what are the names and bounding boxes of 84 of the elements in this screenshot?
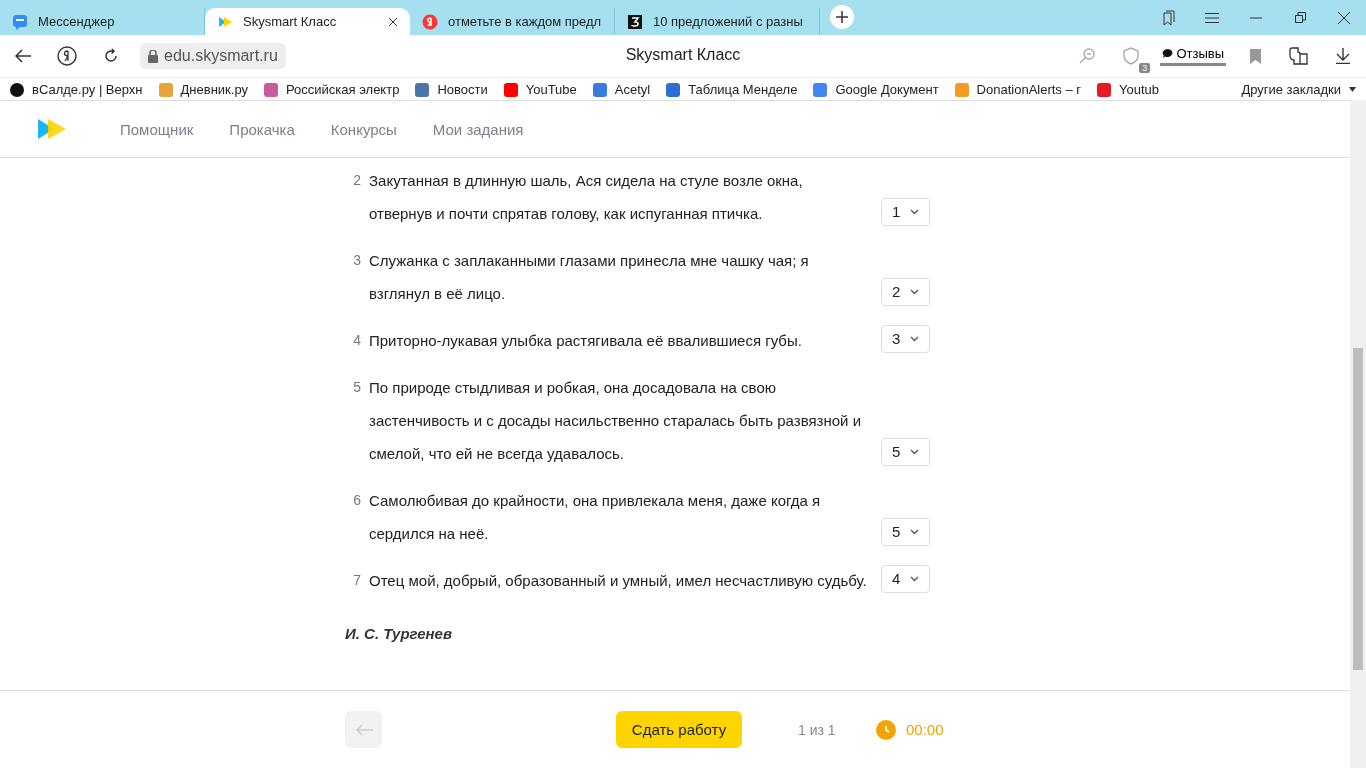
favicon-icon [10, 82, 24, 97]
sentence-text: Служанка с заплаканными глазами принесла мне чашку чая; я взглянул в её лицо. [369, 251, 810, 304]
back-arrow-icon [354, 723, 373, 736]
bookmark-item[interactable]: вСалде.ру | Верхн [10, 82, 143, 97]
sentence-text: Приторно-лукавая улыбка растягивала её ввалившиеся губы. [369, 331, 803, 351]
page-counter: 1 из 1 [798, 721, 836, 738]
browser-tab[interactable]: Skysmart Класс [205, 8, 410, 35]
timer-text: 00:00 [906, 721, 944, 738]
scrollbar[interactable] [1350, 100, 1366, 768]
bookmark-item[interactable]: DonationAlerts – г [954, 82, 1082, 97]
favicon-icon [503, 82, 518, 97]
chevron-icon [910, 576, 920, 582]
browser-tab[interactable]: отметьте в каждом предл [410, 8, 615, 35]
chevron-icon [910, 209, 920, 215]
nav-link[interactable]: Прокачка [229, 120, 295, 138]
browser-tab[interactable]: 10 предложений с разны [615, 8, 820, 35]
chevron-icon [910, 336, 920, 342]
reload-icon[interactable] [103, 48, 119, 64]
browser-logo-icon[interactable] [57, 46, 77, 66]
answer-dropdown[interactable]: 5 [881, 518, 931, 546]
reviews-button[interactable]: Отзывы [1160, 46, 1226, 66]
chevron-icon [910, 529, 920, 535]
bookmarks-icon[interactable] [1161, 9, 1175, 26]
bookmark-item[interactable]: Acetyl [592, 82, 651, 97]
bookmark-item[interactable]: Новости [415, 82, 488, 97]
chevron-icon [910, 289, 920, 295]
page-title: Skysmart Класс [625, 46, 741, 63]
tab-icon [627, 13, 643, 30]
sentence-number: 7 [352, 571, 361, 590]
nav-link[interactable]: Помощник [120, 120, 194, 138]
back-arrow-icon[interactable] [15, 49, 31, 63]
browser-tab[interactable]: Мессенджер [0, 8, 205, 35]
close-icon[interactable] [388, 16, 398, 27]
plus-icon [836, 11, 848, 23]
sentence-number: 3 [352, 251, 361, 270]
tab-icon [12, 13, 28, 30]
speech-bubble-icon [1162, 48, 1174, 59]
favicon-icon [1097, 82, 1112, 97]
answer-dropdown[interactable]: 3 [881, 325, 931, 353]
sentence-text: По природе стыдливая и робкая, она досадовала на свою застенчивость и с досады насильственно старалась быть развязной и смелой, что ей не всегда удавалось. [369, 378, 863, 464]
favicon-icon [592, 82, 607, 97]
favicon-icon [264, 82, 278, 97]
menu-icon[interactable] [1205, 12, 1219, 23]
chevron-icon [910, 449, 920, 455]
new-tab-button[interactable] [830, 5, 854, 29]
favicon-icon [666, 82, 681, 97]
sentence-text: Отец мой, добрый, образованный и умный, имел несчастливую судьбу. [369, 571, 868, 591]
nav-link[interactable]: Мои задания [432, 120, 524, 138]
bookmark-item[interactable]: YouTube [503, 82, 577, 97]
sentence-text: Самолюбивая до крайности, она привлекала меня, даже когда я сердился на неё. [369, 491, 822, 544]
favicon-icon [415, 82, 430, 97]
tab-icon [422, 13, 438, 30]
answer-dropdown[interactable]: 4 [881, 565, 931, 593]
favicon-icon [158, 82, 173, 97]
author-name: И. С. Тургенев [345, 625, 453, 642]
lock-icon [148, 49, 158, 63]
other-bookmarks-button[interactable]: Другие закладки [1241, 82, 1356, 97]
clock-icon [876, 719, 896, 740]
bookmark-item[interactable]: Дневник.ру [158, 82, 248, 97]
extensions-icon[interactable] [1289, 47, 1309, 65]
bookmark-icon[interactable] [1249, 48, 1261, 64]
sentence-number: 6 [352, 491, 361, 510]
address-field[interactable]: edu.skysmart.ru [140, 43, 286, 69]
count-badge: 3 [1139, 63, 1151, 73]
answer-dropdown[interactable]: 1 [881, 198, 931, 226]
sentence-number: 5 [352, 378, 361, 397]
bookmark-item[interactable]: Таблица Менделе [666, 82, 798, 97]
sentence-number: 2 [352, 171, 361, 190]
minimize-icon[interactable] [1250, 16, 1262, 19]
favicon-icon [954, 82, 969, 97]
answer-dropdown[interactable]: 2 [881, 278, 931, 306]
nav-link[interactable]: Конкурсы [330, 120, 397, 138]
bookmark-item[interactable]: Google Документ [813, 82, 939, 97]
close-icon[interactable] [1338, 11, 1350, 24]
submit-button[interactable]: Сдать работу [616, 711, 742, 748]
restore-icon[interactable] [1294, 12, 1306, 23]
caret-icon [1349, 87, 1356, 92]
sentence-text: Закутанная в длинную шаль, Ася сидела на стуле возле окна, отвернув и почти спрятав голову, как испуганная птичка. [369, 171, 804, 224]
bookmark-item[interactable]: Российская электр [264, 82, 400, 97]
bookmark-item[interactable]: Youtub [1097, 82, 1160, 97]
favicon-icon [813, 82, 828, 97]
download-icon[interactable] [1336, 48, 1350, 64]
answer-dropdown[interactable]: 5 [881, 438, 931, 466]
sentence-number: 4 [352, 331, 361, 350]
